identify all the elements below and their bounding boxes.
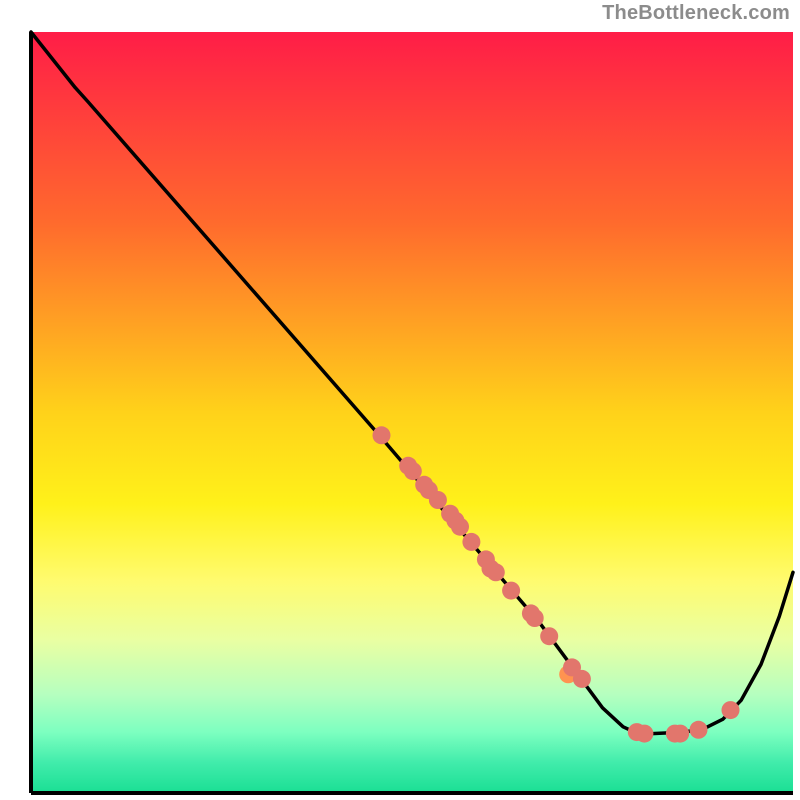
- chart-container: TheBottleneck.com: [0, 0, 800, 800]
- chart-marker: [540, 627, 558, 645]
- chart-background: [31, 32, 793, 793]
- chart-marker: [690, 721, 708, 739]
- chart-marker: [487, 563, 505, 581]
- chart-marker: [635, 725, 653, 743]
- chart-marker: [462, 533, 480, 551]
- watermark-text: TheBottleneck.com: [602, 2, 790, 25]
- chart-marker: [671, 725, 689, 743]
- chart-marker: [573, 670, 591, 688]
- chart-marker: [502, 582, 520, 600]
- chart-marker: [429, 491, 447, 509]
- chart-marker: [451, 518, 469, 536]
- chart-marker: [373, 426, 391, 444]
- chart-marker: [722, 701, 740, 719]
- chart-marker: [526, 609, 544, 627]
- bottleneck-chart: [0, 0, 800, 800]
